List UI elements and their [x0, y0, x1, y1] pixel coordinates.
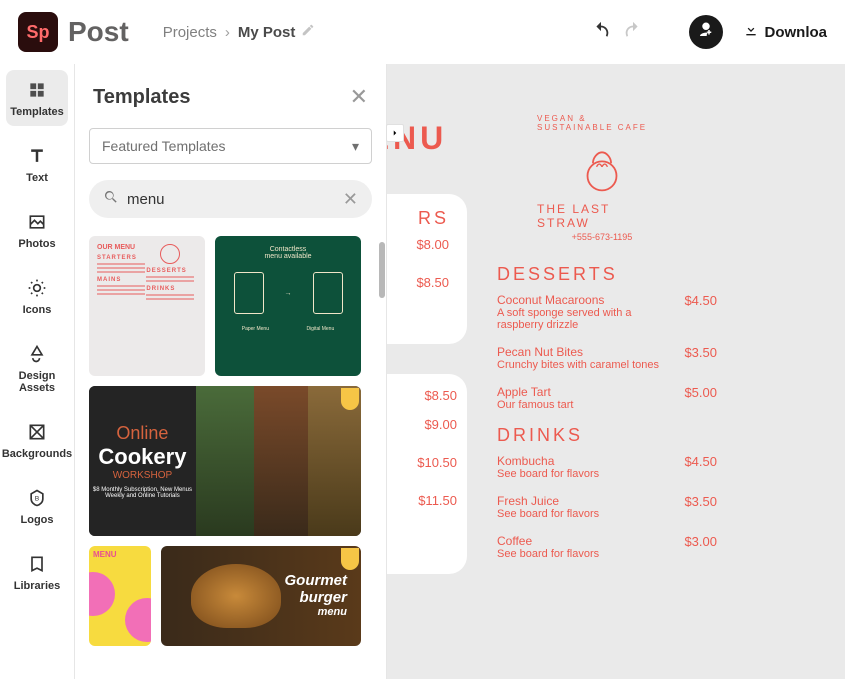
- left-rail: Templates Text Photos Icons Design Asset…: [0, 64, 75, 679]
- svg-text:B: B: [35, 496, 40, 503]
- rail-backgrounds[interactable]: Backgrounds: [6, 412, 68, 468]
- premium-badge-icon: [341, 548, 359, 570]
- templates-search[interactable]: ✕: [89, 180, 372, 218]
- menu-item: Apple TartOur famous tart $5.00: [497, 385, 717, 411]
- template-thumb-4[interactable]: MENU: [89, 546, 151, 646]
- dropdown-value: Featured Templates: [102, 138, 225, 154]
- rail-icons[interactable]: Icons: [6, 268, 68, 324]
- desserts-title: DESSERTS: [497, 264, 717, 285]
- download-icon: [743, 22, 759, 42]
- logos-icon: B: [25, 486, 49, 510]
- breadcrumb-current[interactable]: My Post: [238, 24, 296, 41]
- rail-templates[interactable]: Templates: [6, 70, 68, 126]
- redo-button: [621, 20, 645, 44]
- canvas[interactable]: MENU VEGAN & SUSTAINABLE CAFE THE LAST S…: [387, 64, 845, 679]
- templates-icon: [25, 78, 49, 102]
- account-avatar[interactable]: [689, 15, 723, 49]
- libraries-icon: [25, 552, 49, 576]
- user-plus-icon: [697, 21, 715, 44]
- menu-item: Coconut MacaroonsA soft sponge served wi…: [497, 293, 717, 331]
- search-input[interactable]: [127, 191, 335, 208]
- rail-text[interactable]: Text: [6, 136, 68, 192]
- templates-panel: Templates ✕ Featured Templates ▾ ✕ OUR M…: [75, 64, 387, 679]
- premium-badge-icon: [341, 388, 359, 410]
- menu-item: Pecan Nut BitesCrunchy bites with carame…: [497, 345, 717, 371]
- search-icon: [103, 189, 119, 210]
- app-logo[interactable]: Sp: [18, 12, 58, 52]
- chevron-right-icon: ›: [225, 24, 230, 41]
- menu-item: Fresh JuiceSee board for flavors $3.50: [497, 494, 717, 520]
- panel-collapse-toggle[interactable]: [386, 124, 404, 142]
- breadcrumb: Projects › My Post: [163, 23, 316, 41]
- backgrounds-icon: [25, 420, 49, 444]
- gear-icon: [25, 276, 49, 300]
- chevron-down-icon: ▾: [352, 138, 359, 155]
- drinks-title: DRINKS: [497, 425, 717, 446]
- panel-title: Templates: [93, 86, 190, 109]
- desserts-drinks-group: DESSERTS Coconut MacaroonsA soft sponge …: [497, 264, 717, 574]
- rail-libraries[interactable]: Libraries: [6, 544, 68, 600]
- menu-item: KombuchaSee board for flavors $4.50: [497, 454, 717, 480]
- rail-photos[interactable]: Photos: [6, 202, 68, 258]
- template-thumb-5[interactable]: Gourmet burger menu: [161, 546, 361, 646]
- scrollbar-thumb[interactable]: [379, 242, 385, 298]
- template-thumb-1[interactable]: OUR MENU STARTERS MAINS DESSERTS DRINKS: [89, 236, 205, 376]
- template-thumb-3[interactable]: Online Cookery WORKSHOP $8 Monthly Subsc…: [89, 386, 361, 536]
- rail-design-assets[interactable]: Design Assets: [6, 334, 68, 402]
- close-icon[interactable]: ✕: [350, 84, 368, 110]
- template-thumb-2[interactable]: Contactless menu available → Paper MenuD…: [215, 236, 361, 376]
- shapes-icon: [25, 342, 49, 366]
- undo-button[interactable]: [589, 20, 613, 44]
- card-starters-partial: RS ves, sundried$8.00 ket and$8.50: [387, 194, 467, 344]
- rail-logos[interactable]: B Logos: [6, 478, 68, 534]
- clear-search-icon[interactable]: ✕: [343, 189, 358, 210]
- card-mains-partial: riander$8.50 arsnips n sauce$9.00 n es$1…: [387, 374, 467, 574]
- text-icon: [25, 144, 49, 168]
- photos-icon: [25, 210, 49, 234]
- breadcrumb-projects[interactable]: Projects: [163, 24, 217, 41]
- menu-item: CoffeeSee board for flavors $3.00: [497, 534, 717, 560]
- app-title: Post: [68, 16, 129, 48]
- templates-dropdown[interactable]: Featured Templates ▾: [89, 128, 372, 164]
- cafe-logo: VEGAN & SUSTAINABLE CAFE THE LAST STRAW …: [537, 114, 667, 242]
- download-button[interactable]: Downloa: [743, 22, 828, 42]
- download-label: Downloa: [765, 24, 828, 41]
- pencil-icon[interactable]: [301, 23, 315, 41]
